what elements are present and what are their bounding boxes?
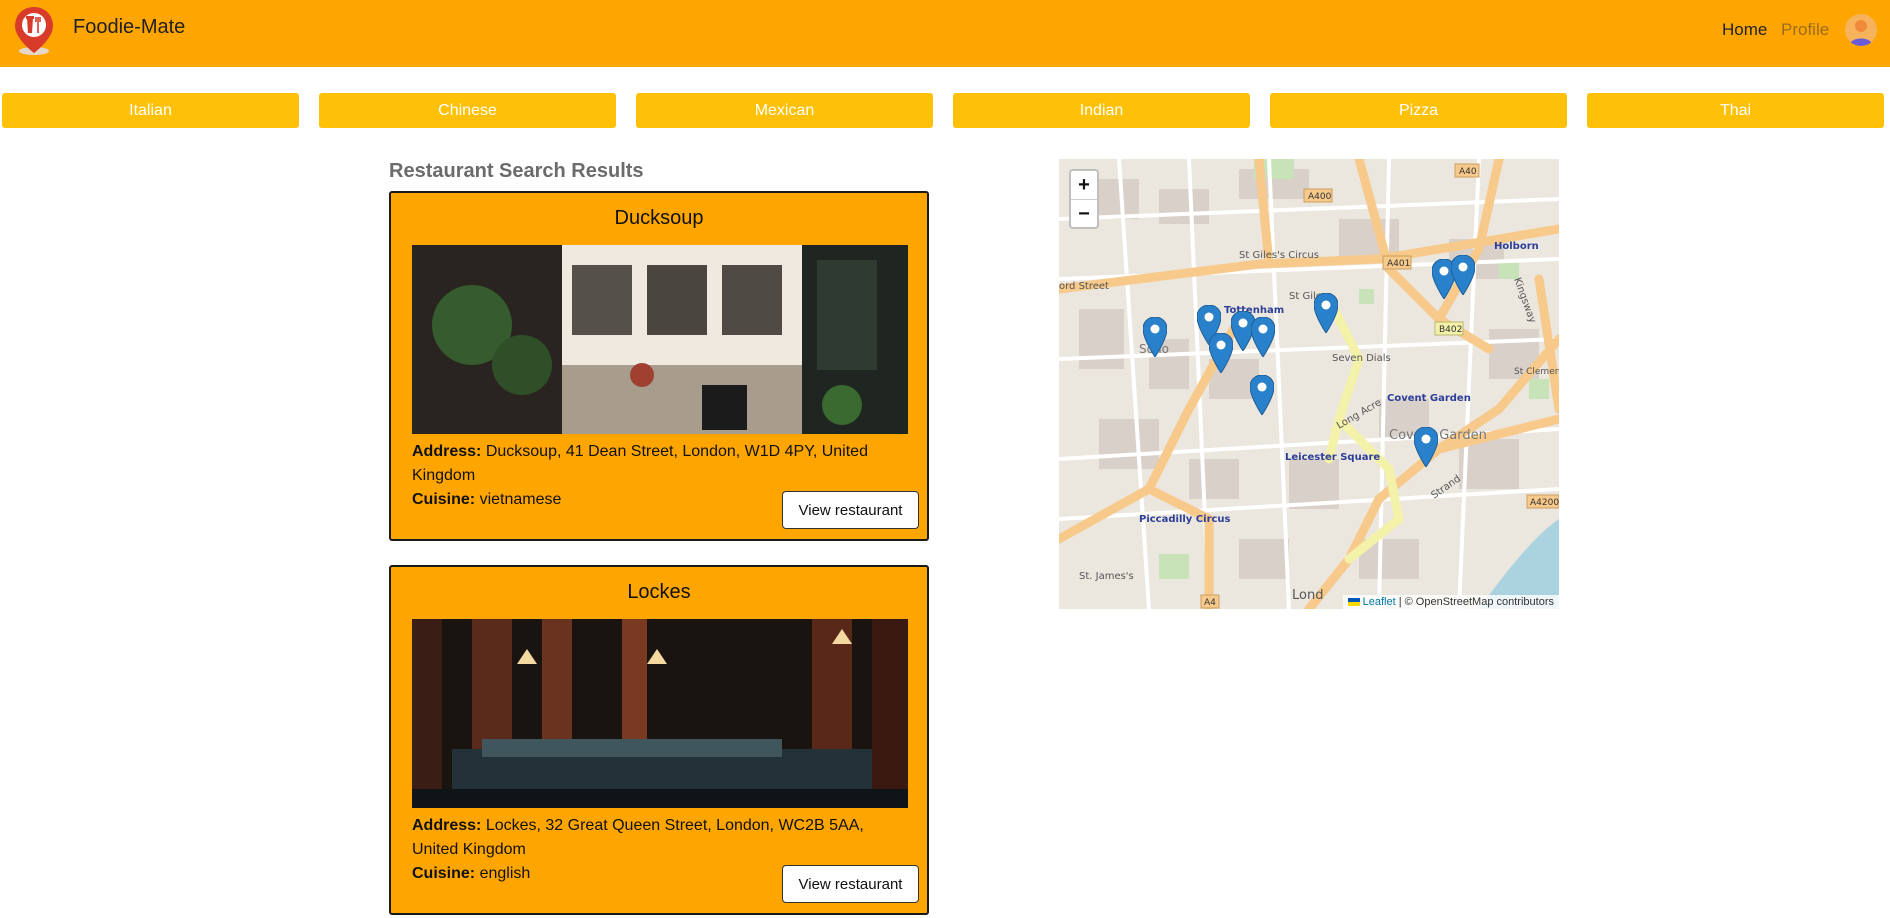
map-pin-icon (15, 7, 53, 55)
category-indian[interactable]: Indian (953, 93, 1250, 128)
restaurant-card: Ducksoup Address: Ducksoup, 41 Dean Stre… (389, 191, 929, 541)
svg-text:A401: A401 (1387, 259, 1410, 269)
svg-text:A400: A400 (1308, 192, 1332, 202)
svg-text:St. James's: St. James's (1079, 571, 1134, 582)
category-italian[interactable]: Italian (2, 93, 299, 128)
leaflet-link[interactable]: Leaflet (1363, 596, 1396, 608)
svg-text:Piccadilly Circus: Piccadilly Circus (1139, 514, 1231, 525)
view-restaurant-button[interactable]: View restaurant (782, 865, 919, 903)
map-marker-icon[interactable] (1314, 293, 1338, 333)
avatar[interactable] (1845, 14, 1877, 46)
map-marker-icon[interactable] (1414, 427, 1438, 467)
nav-profile-link[interactable]: Profile (1781, 20, 1829, 40)
attribution-text: | © OpenStreetMap contributors (1395, 596, 1554, 608)
map-marker-icon[interactable] (1250, 375, 1274, 415)
svg-text:St Giles's Circus: St Giles's Circus (1239, 250, 1319, 261)
svg-text:Leicester Square: Leicester Square (1285, 452, 1380, 463)
svg-text:ord Street: ord Street (1059, 281, 1109, 292)
map-marker-icon[interactable] (1143, 317, 1167, 357)
svg-text:B402: B402 (1439, 325, 1462, 335)
zoom-out-button[interactable]: − (1071, 199, 1097, 227)
restaurant-name: Ducksoup (614, 207, 704, 229)
restaurant-name: Lockes (627, 581, 691, 603)
category-thai[interactable]: Thai (1587, 93, 1884, 128)
user-avatar-icon (1845, 14, 1877, 46)
map-marker-icon[interactable] (1451, 255, 1475, 295)
svg-text:Holborn: Holborn (1494, 241, 1539, 252)
restaurant-address: Address: Lockes, 32 Great Queen Street, … (412, 817, 864, 858)
brand-name[interactable]: Foodie-Mate (73, 16, 185, 39)
restaurant-photo (412, 619, 908, 808)
category-mexican[interactable]: Mexican (636, 93, 933, 128)
svg-text:St Clement Danes: St Clement Danes (1514, 367, 1559, 377)
zoom-controls: + − (1069, 169, 1099, 229)
navbar: Foodie-Mate Home Profile (0, 0, 1890, 67)
svg-text:A40: A40 (1459, 167, 1477, 177)
restaurant-cuisine: Cuisine: english (412, 865, 531, 882)
map[interactable]: St Giles's Circus St Giles Seven Dials o… (1059, 159, 1559, 609)
category-pizza[interactable]: Pizza (1270, 93, 1567, 128)
zoom-in-button[interactable]: + (1071, 171, 1097, 199)
brand-logo[interactable] (12, 5, 56, 57)
ukraine-flag-icon (1347, 598, 1360, 607)
svg-text:Lond: Lond (1292, 588, 1323, 603)
results-heading: Restaurant Search Results (389, 160, 644, 182)
svg-text:A4: A4 (1204, 598, 1216, 608)
nav-home-link[interactable]: Home (1722, 20, 1767, 40)
restaurant-photo (412, 245, 908, 434)
restaurant-card: Lockes Address: Lockes, 32 Great Queen S… (389, 565, 929, 915)
map-marker-icon[interactable] (1251, 317, 1275, 357)
view-restaurant-button[interactable]: View restaurant (782, 491, 919, 529)
svg-text:Covent Garden: Covent Garden (1387, 393, 1471, 404)
restaurant-cuisine: Cuisine: vietnamese (412, 491, 562, 508)
svg-text:A4200: A4200 (1530, 498, 1559, 508)
map-marker-icon[interactable] (1209, 333, 1233, 373)
map-attribution: Leaflet | © OpenStreetMap contributors (1342, 595, 1559, 609)
restaurant-address: Address: Ducksoup, 41 Dean Street, Londo… (412, 443, 868, 484)
svg-text:Seven Dials: Seven Dials (1332, 353, 1391, 364)
map-tiles: St Giles's Circus St Giles Seven Dials o… (1059, 159, 1559, 609)
category-chinese[interactable]: Chinese (319, 93, 616, 128)
